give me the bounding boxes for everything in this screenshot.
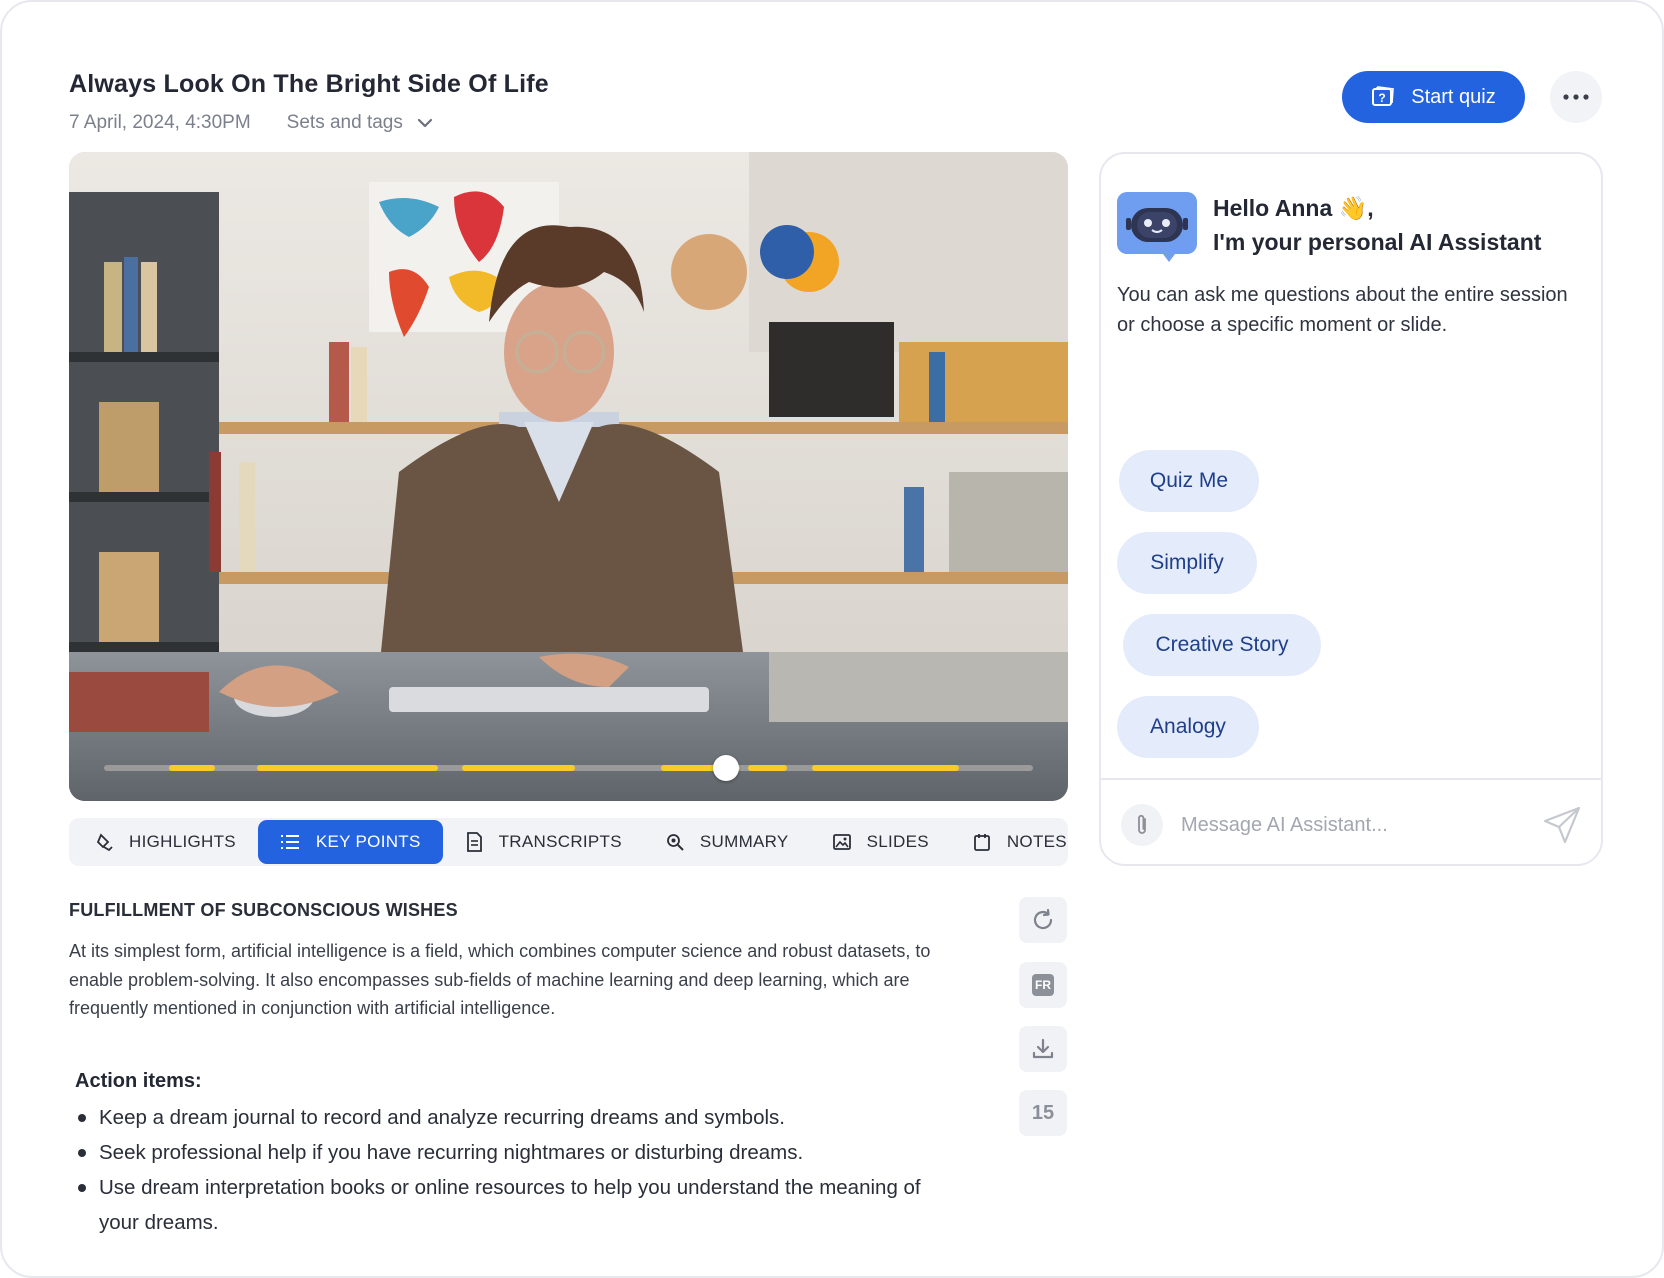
start-quiz-label: Start quiz [1411,85,1496,108]
tab-label: HIGHLIGHTS [129,832,236,851]
highlight-segment[interactable] [257,765,439,771]
start-quiz-button[interactable]: ? Start quiz [1342,71,1525,123]
action-item: Seek professional help if you have recur… [75,1135,925,1170]
tab-label: SUMMARY [699,832,789,851]
svg-text:?: ? [1379,91,1386,105]
magnifier-icon [666,834,684,851]
action-items-heading: Action items: [75,1070,202,1092]
chip-quiz-me[interactable]: Quiz Me [1119,450,1259,512]
key-point-body: At its simplest form, artificial intelli… [69,941,931,1018]
chip-analogy[interactable]: Analogy [1117,696,1259,758]
highlight-segment[interactable] [169,765,216,771]
highlighter-icon [96,833,113,851]
tab-notes[interactable]: NOTES [951,820,1089,864]
tab-summary[interactable]: SUMMARY [644,820,811,864]
tab-highlights[interactable]: HIGHLIGHTS [73,820,258,864]
message-input[interactable] [1181,804,1511,846]
refresh-icon [1033,908,1053,930]
tab-label: KEY POINTS [315,832,421,851]
ellipsis-icon [1563,94,1589,100]
action-items-list: Keep a dream journal to record and analy… [75,1100,925,1240]
notepad-icon [973,834,990,851]
chevron-down-icon [417,118,432,128]
send-button[interactable] [1539,802,1585,848]
composer-divider [1101,778,1601,780]
image-icon [832,834,851,850]
attach-button[interactable] [1121,804,1163,846]
quiz-cards-icon: ? [1372,86,1395,106]
page-title: Always Look On The Bright Side Of Life [69,70,549,98]
download-button[interactable] [1019,1026,1067,1072]
tab-label: TRANSCRIPTS [498,832,622,851]
content-tabs: HIGHLIGHTS KEY POINTS TRANSCRIPTS SUMMAR… [69,818,1068,866]
tab-transcripts[interactable]: TRANSCRIPTS [443,820,644,864]
greeting-line-2: I'm your personal AI Assistant [1213,229,1542,255]
highlight-segment[interactable] [747,765,787,771]
translate-button[interactable]: FR [1019,962,1067,1008]
download-icon [1032,1038,1054,1059]
app-frame: Always Look On The Bright Side Of Life 7… [0,0,1664,1278]
tab-key-points[interactable]: KEY POINTS [257,820,443,864]
video-player[interactable] [69,152,1068,801]
ai-assistant-panel: Hello Anna 👋, I'm your personal AI Assis… [1099,152,1603,866]
tab-label: SLIDES [866,832,929,851]
action-item: Use dream interpretation books or online… [75,1170,925,1240]
video-frame-image [69,152,1068,801]
more-options-button[interactable] [1550,71,1602,123]
paperclip-icon [1138,814,1146,834]
chip-creative-story[interactable]: Creative Story [1123,614,1321,676]
chip-simplify[interactable]: Simplify [1117,532,1257,594]
document-icon [466,832,482,852]
assistant-intro: You can ask me questions about the entir… [1117,284,1568,336]
list-icon [280,835,299,849]
highlight-segment[interactable] [811,765,959,771]
session-date: 7 April, 2024, 4:30PM [69,112,251,133]
count-value: 15 [1031,1101,1055,1124]
session-meta: 7 April, 2024, 4:30PM Sets and tags [69,112,433,134]
highlight-segment[interactable] [461,765,575,771]
send-icon [1543,806,1581,844]
video-progress-bar[interactable] [104,765,1033,771]
action-item: Keep a dream journal to record and analy… [75,1100,925,1135]
sets-and-tags-dropdown[interactable]: Sets and tags [287,112,433,134]
tab-label: NOTES [1006,832,1067,851]
robot-avatar-icon [1117,192,1197,262]
language-badge: FR [1032,974,1054,996]
greeting-line-1: Hello Anna 👋, [1213,195,1374,221]
key-point-title: FULFILLMENT OF SUBCONSCIOUS WISHES [69,900,458,920]
tab-slides[interactable]: SLIDES [811,820,951,864]
regenerate-button[interactable] [1019,897,1067,943]
assistant-greeting: Hello Anna 👋, I'm your personal AI Assis… [1213,191,1541,259]
sets-and-tags-label: Sets and tags [286,112,403,133]
count-button[interactable]: 15 [1019,1090,1067,1136]
